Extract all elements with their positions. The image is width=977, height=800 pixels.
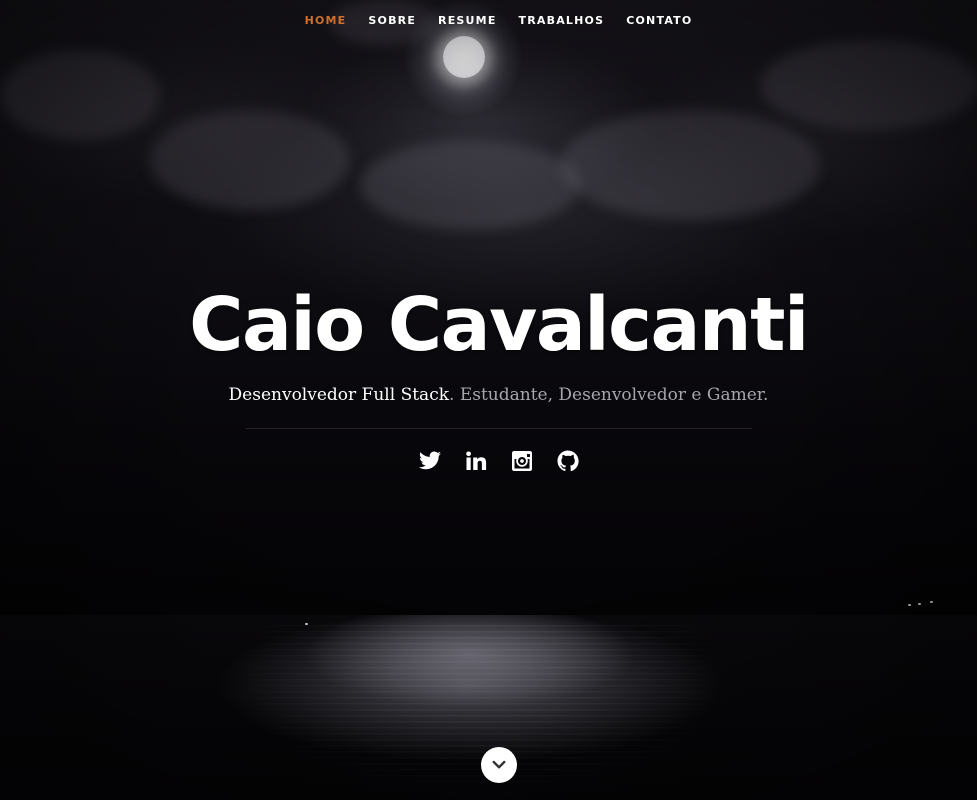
nav-item-home[interactable]: HOME [294, 14, 358, 27]
twitter-link[interactable] [418, 449, 442, 473]
hero-title: Caio Cavalcanti [189, 282, 809, 368]
hero-subtitle-description: . Estudante, Desenvolvedor e Gamer. [449, 385, 769, 405]
hero-divider [245, 428, 752, 429]
hero-subtitle: Desenvolvedor Full Stack. Estudante, Des… [10, 380, 977, 410]
linkedin-icon [465, 451, 486, 470]
nav-item-sobre[interactable]: SOBRE [357, 14, 427, 27]
github-icon [557, 450, 579, 472]
linkedin-link[interactable] [464, 449, 488, 473]
social-links [10, 449, 977, 473]
nav-item-contato[interactable]: CONTATO [615, 14, 703, 27]
main-nav: HOME SOBRE RESUME TRABALHOS CONTATO [0, 0, 977, 40]
instagram-icon [511, 451, 532, 471]
github-link[interactable] [556, 449, 580, 473]
instagram-link[interactable] [510, 449, 534, 473]
hero-subtitle-role: Desenvolvedor Full Stack [228, 385, 450, 405]
nav-list: HOME SOBRE RESUME TRABALHOS CONTATO [294, 14, 704, 27]
nav-item-resume[interactable]: RESUME [427, 14, 508, 27]
hero-banner: Caio Cavalcanti Desenvolvedor Full Stack… [0, 280, 977, 473]
nav-item-trabalhos[interactable]: TRABALHOS [508, 14, 616, 27]
chevron-down-icon [492, 760, 506, 769]
twitter-icon [418, 451, 441, 470]
scroll-down-button[interactable] [481, 747, 517, 783]
